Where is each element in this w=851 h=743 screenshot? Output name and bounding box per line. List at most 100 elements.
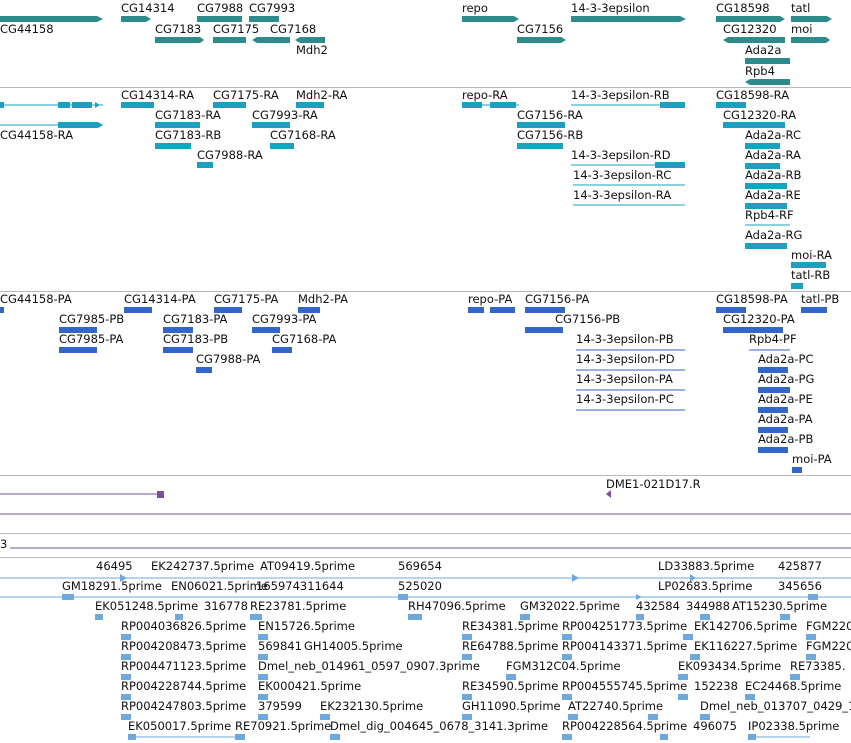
est-label[interactable]: RP004208473.5prime bbox=[121, 640, 246, 653]
protein-label[interactable]: Ada2a-PA bbox=[758, 413, 813, 426]
est-label[interactable]: 496075 bbox=[693, 720, 737, 733]
transcript-label[interactable]: CG14314-RA bbox=[121, 89, 194, 102]
est-label[interactable]: IP02338.5prime bbox=[748, 720, 839, 733]
protein-label[interactable]: CG18598-PA bbox=[716, 293, 788, 306]
protein-label[interactable]: Rpb4-PF bbox=[749, 333, 797, 346]
est-label[interactable]: RE34590.5prime bbox=[462, 680, 558, 693]
est-label[interactable]: LP02683.5prime bbox=[658, 580, 752, 593]
protein-label[interactable]: 14-3-3epsilon-PA bbox=[576, 373, 673, 386]
est-label[interactable]: EK242737.5prime bbox=[151, 560, 254, 573]
transcript-label[interactable]: CG7156-RB bbox=[517, 129, 583, 142]
protein-label[interactable]: tatl-PB bbox=[801, 293, 839, 306]
protein-label[interactable]: 14-3-3epsilon-PB bbox=[576, 333, 674, 346]
clone-glyphs[interactable] bbox=[0, 490, 851, 515]
est-label[interactable]: 46495 bbox=[96, 560, 133, 573]
transcript-label[interactable]: CG7183-RB bbox=[155, 129, 221, 142]
est-label[interactable]: RP004247803.5prime bbox=[121, 700, 246, 713]
est-label[interactable]: EC24468.5prime bbox=[745, 680, 841, 693]
transcript-label[interactable]: Mdh2-RA bbox=[296, 89, 347, 102]
est-label[interactable]: FGM220 bbox=[806, 640, 851, 653]
est-label[interactable]: EN15726.5prime bbox=[258, 620, 355, 633]
est-label[interactable]: GH11090.5prime bbox=[462, 700, 561, 713]
transcript-label[interactable]: CG18598-RA bbox=[716, 89, 789, 102]
gene-label[interactable]: 14-3-3epsilon bbox=[571, 2, 650, 15]
est-label[interactable]: AT15230.5prime bbox=[732, 600, 827, 613]
protein-label[interactable]: CG7985-PA bbox=[59, 333, 123, 346]
est-label[interactable]: RE73385. bbox=[790, 660, 846, 673]
transcript-label[interactable]: CG7183-RA bbox=[155, 109, 221, 122]
gene-label[interactable]: CG7156 bbox=[517, 23, 563, 36]
est-label[interactable]: EK050017.5prime bbox=[128, 720, 231, 733]
transcript-label[interactable]: CG44158-RA bbox=[0, 129, 73, 142]
est-label[interactable]: RP004555745.5prime bbox=[562, 680, 687, 693]
gene-label[interactable]: repo bbox=[462, 2, 488, 15]
est-label[interactable]: Dmel_neb_013707_0429_142 bbox=[700, 700, 851, 713]
clone-label[interactable]: DME1-021D17.R bbox=[606, 478, 701, 491]
est-label[interactable]: RP004228744.5prime bbox=[121, 680, 246, 693]
protein-label[interactable]: CG7175-PA bbox=[214, 293, 278, 306]
est-label[interactable]: FGM312C04.5prime bbox=[506, 660, 621, 673]
transcript-label[interactable]: Rpb4-RF bbox=[745, 209, 794, 222]
protein-label[interactable]: CG7183-PB bbox=[163, 333, 228, 346]
transcript-label[interactable]: Ada2a-RA bbox=[745, 149, 801, 162]
transcript-label[interactable]: repo-RA bbox=[462, 89, 508, 102]
est-label[interactable]: 152238 bbox=[694, 680, 738, 693]
est-label[interactable]: RP004228564.5prime bbox=[562, 720, 687, 733]
est-label[interactable]: RP004036826.5prime bbox=[121, 620, 246, 633]
gene-label[interactable]: CG7988 bbox=[197, 2, 243, 15]
protein-label[interactable]: Ada2a-PB bbox=[758, 433, 813, 446]
est-label[interactable]: GM32022.5prime bbox=[520, 600, 620, 613]
gene-label[interactable]: CG7993 bbox=[249, 2, 295, 15]
transcript-label[interactable]: Ada2a-RG bbox=[745, 229, 802, 242]
transcript-label[interactable]: tatl-RB bbox=[791, 269, 830, 282]
est-label[interactable]: RE23781.5prime bbox=[250, 600, 346, 613]
est-label[interactable]: EK093434.5prime bbox=[678, 660, 781, 673]
est-label[interactable]: 345656 bbox=[778, 580, 822, 593]
est-label[interactable]: FGM220 bbox=[806, 620, 851, 633]
gene-label[interactable]: moi bbox=[791, 23, 812, 36]
est-label[interactable]: EK142706.5prime bbox=[694, 620, 797, 633]
est-label[interactable]: LD33883.5prime bbox=[658, 560, 754, 573]
transcript-glyphs[interactable] bbox=[0, 102, 826, 289]
est-label[interactable]: RE64788.5prime bbox=[462, 640, 558, 653]
est-label[interactable]: 379599 bbox=[258, 700, 302, 713]
gene-label[interactable]: tatl bbox=[791, 2, 810, 15]
transcript-label[interactable]: Ada2a-RE bbox=[745, 189, 801, 202]
est-label[interactable]: RP004251773.5prime bbox=[562, 620, 687, 633]
gene-label[interactable]: CG7175 bbox=[213, 23, 259, 36]
gene-label[interactable]: CG18598 bbox=[716, 2, 770, 15]
est-label[interactable]: EK000421.5prime bbox=[258, 680, 361, 693]
transcript-label[interactable]: CG7175-RA bbox=[213, 89, 279, 102]
protein-label[interactable]: Mdh2-PA bbox=[298, 293, 348, 306]
est-label[interactable]: 316778 bbox=[204, 600, 248, 613]
gene-label[interactable]: CG12320 bbox=[723, 23, 777, 36]
protein-label[interactable]: CG14314-PA bbox=[124, 293, 196, 306]
gene-label[interactable]: CG7183 bbox=[155, 23, 201, 36]
protein-label[interactable]: Ada2a-PC bbox=[758, 353, 814, 366]
est-label[interactable]: 525020 bbox=[398, 580, 442, 593]
est-label[interactable]: GM18291.5prime bbox=[62, 580, 162, 593]
protein-label[interactable]: CG7183-PA bbox=[163, 313, 227, 326]
est-label[interactable]: RP004143371.5prime bbox=[562, 640, 687, 653]
est-label[interactable]: 432584 bbox=[636, 600, 680, 613]
est-label[interactable]: RE34381.5prime bbox=[462, 620, 558, 633]
est-label[interactable]: GH14005.5prime bbox=[304, 640, 403, 653]
transcript-label[interactable]: 14-3-3epsilon-RC bbox=[573, 169, 671, 182]
protein-label[interactable]: CG7985-PB bbox=[59, 313, 124, 326]
protein-label[interactable]: Ada2a-PG bbox=[758, 373, 814, 386]
est-label[interactable]: EK051248.5prime bbox=[95, 600, 198, 613]
est-label[interactable]: 344988 bbox=[686, 600, 730, 613]
transcript-label[interactable]: moi-RA bbox=[791, 249, 832, 262]
gene-label[interactable]: Mdh2 bbox=[296, 44, 328, 57]
est-label[interactable]: 569841 bbox=[258, 640, 302, 653]
protein-label[interactable]: 14-3-3epsilon-PD bbox=[576, 353, 675, 366]
est-label[interactable]: Dmel_dig_004645_0678_3141.3prime bbox=[330, 720, 548, 733]
est-label[interactable]: RH47096.5prime bbox=[408, 600, 506, 613]
protein-label[interactable]: CG7156-PA bbox=[525, 293, 589, 306]
gene-label[interactable]: Rpb4 bbox=[745, 65, 775, 78]
transcript-label[interactable]: CG12320-RA bbox=[723, 109, 796, 122]
protein-label[interactable]: repo-PA bbox=[468, 293, 512, 306]
est-label[interactable]: AT22740.5prime bbox=[568, 700, 663, 713]
protein-label[interactable]: Ada2a-PE bbox=[758, 393, 813, 406]
protein-label[interactable]: CG7988-PA bbox=[196, 353, 260, 366]
